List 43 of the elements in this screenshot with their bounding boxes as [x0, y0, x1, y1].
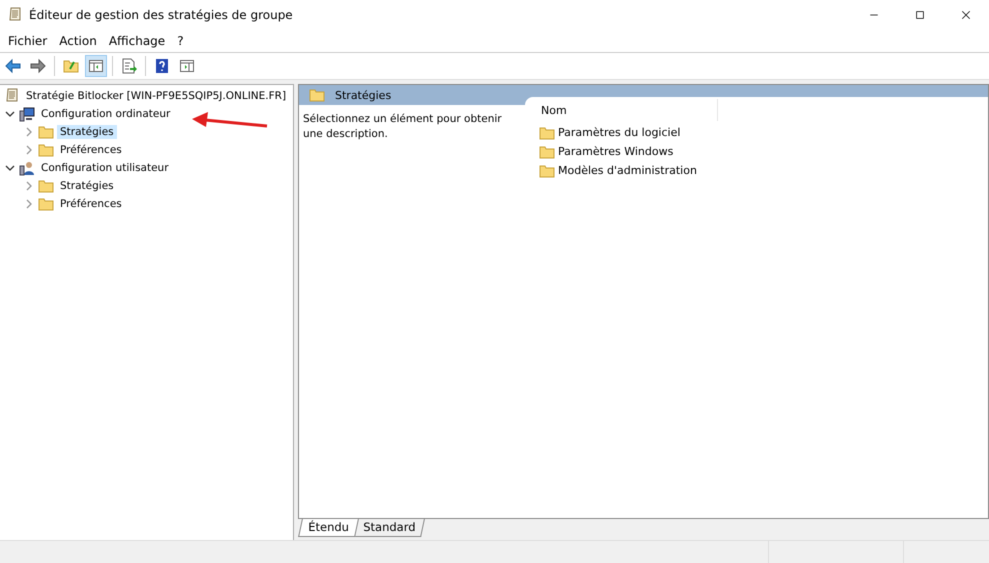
folder-icon — [539, 162, 555, 178]
tree-item[interactable]: Préférences — [57, 143, 125, 157]
menu-item[interactable]: Action — [53, 34, 103, 48]
toolbar-button[interactable] — [85, 55, 107, 77]
pane-icon — [88, 58, 104, 74]
pane-title: Stratégies — [335, 88, 392, 102]
scroll-icon — [4, 88, 20, 104]
list-item[interactable]: Paramètres du logiciel — [537, 123, 988, 142]
folder-icon — [38, 124, 54, 140]
folder-icon — [38, 178, 54, 194]
close-icon — [960, 9, 972, 21]
tree-item[interactable]: Stratégies — [57, 125, 117, 139]
folder-icon — [38, 142, 54, 158]
maximize-icon — [914, 9, 926, 21]
window-title: Éditeur de gestion des stratégies de groupe — [29, 8, 294, 22]
back-arrow-icon — [5, 58, 21, 74]
folder-icon — [539, 144, 555, 160]
tree-item[interactable]: Configuration ordinateur — [38, 107, 174, 121]
tab[interactable]: Standard — [352, 519, 425, 537]
menu-item[interactable]: ? — [171, 34, 190, 48]
user-icon — [19, 160, 35, 176]
description-text: Sélectionnez un élément pour obtenir une description. — [302, 112, 503, 142]
tree-item[interactable]: Stratégies — [57, 179, 117, 193]
menu-item[interactable]: Affichage — [102, 34, 172, 48]
forward-arrow-icon — [30, 58, 46, 74]
folder-icon — [539, 124, 555, 140]
folder-arrow-icon — [63, 58, 79, 74]
tab[interactable]: Étendu — [298, 519, 359, 537]
computer-icon — [19, 106, 35, 122]
list-item[interactable]: Modèles d'administration — [537, 161, 988, 180]
tree-item[interactable]: Stratégie Bitlocker [WIN-PF9E5SQIP5J.ONLINE.FR] — [23, 89, 290, 103]
tree-item[interactable]: Préférences — [57, 197, 125, 211]
help-icon — [154, 58, 170, 74]
tree-item[interactable]: Configuration utilisateur — [38, 161, 172, 175]
menu-item[interactable]: Fichier — [2, 34, 54, 48]
list-item[interactable]: Paramètres Windows — [537, 142, 988, 161]
list-export-icon — [121, 58, 137, 74]
column-header[interactable]: Nom — [537, 99, 718, 121]
folder-icon — [309, 87, 325, 103]
pane-icon — [179, 58, 195, 74]
scroll-icon — [7, 7, 23, 23]
arrow-icon — [191, 110, 269, 130]
folder-icon — [38, 196, 54, 212]
